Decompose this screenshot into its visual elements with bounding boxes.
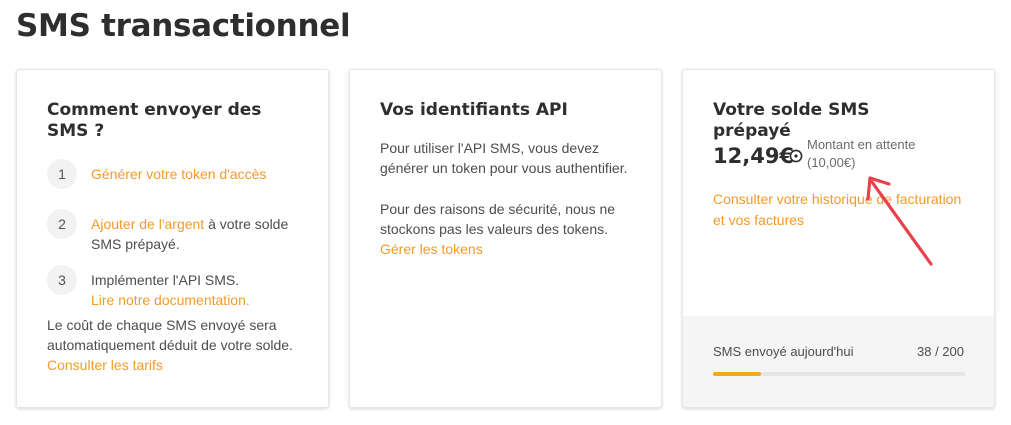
page-title: SMS transactionnel (16, 8, 351, 44)
how-to-send-card: Comment envoyer des SMS ? 1 Générer votr… (16, 69, 329, 408)
pricing-link[interactable]: Consulter les tarifs (47, 357, 163, 373)
billing-history-link[interactable]: Consulter votre historique de facturatio… (713, 189, 973, 231)
how-to-send-title: Comment envoyer des SMS ? (47, 100, 262, 141)
manage-tokens-link[interactable]: Gérer les tokens (380, 241, 483, 257)
step-description: Implémenter l'API SMS. (91, 272, 240, 288)
api-credentials-card: Vos identifiants API Pour utiliser l'API… (349, 69, 662, 408)
step-number: 2 (47, 209, 77, 239)
generate-token-link[interactable]: Générer votre token d'accès (91, 166, 266, 182)
pending-amount-value: (10,00€) (807, 155, 856, 170)
security-description: Pour des raisons de sécurité, nous ne st… (380, 199, 630, 259)
add-money-link[interactable]: Ajouter de l'argent (91, 216, 204, 232)
sms-usage-progress-fill (713, 372, 761, 376)
sms-sent-today-count: 38 / 200 (917, 344, 964, 359)
sms-usage-progress-bar (713, 372, 965, 376)
step-text: Générer votre token d'accès (91, 164, 311, 184)
clock-icon (789, 149, 803, 163)
api-credentials-title: Vos identifiants API (380, 100, 568, 120)
api-token-description: Pour utiliser l'API SMS, vous devez géné… (380, 140, 628, 176)
sms-sent-today-label: SMS envoyé aujourd'hui (713, 344, 854, 359)
balance-amount: 12,49€ (713, 144, 795, 168)
prepaid-balance-card: Votre solde SMS prépayé 12,49€ Montant e… (682, 69, 995, 408)
step-text: Implémenter l'API SMS. Lire notre docume… (91, 270, 311, 310)
cost-text: Le coût de chaque SMS envoyé sera automa… (47, 317, 293, 353)
balance-row: 12,49€ Montant en attente (10,00€) (713, 137, 983, 182)
step-number: 3 (47, 265, 77, 295)
step-text: Ajouter de l'argent à votre solde SMS pr… (91, 214, 311, 254)
pending-amount-label: Montant en attente (807, 137, 916, 152)
cost-description: Le coût de chaque SMS envoyé sera automa… (47, 315, 297, 375)
documentation-link[interactable]: Lire notre documentation. (91, 290, 311, 310)
security-text: Pour des raisons de sécurité, nous ne st… (380, 201, 616, 237)
sms-usage-footer: SMS envoyé aujourd'hui 38 / 200 (683, 316, 994, 407)
step-number: 1 (47, 159, 77, 189)
